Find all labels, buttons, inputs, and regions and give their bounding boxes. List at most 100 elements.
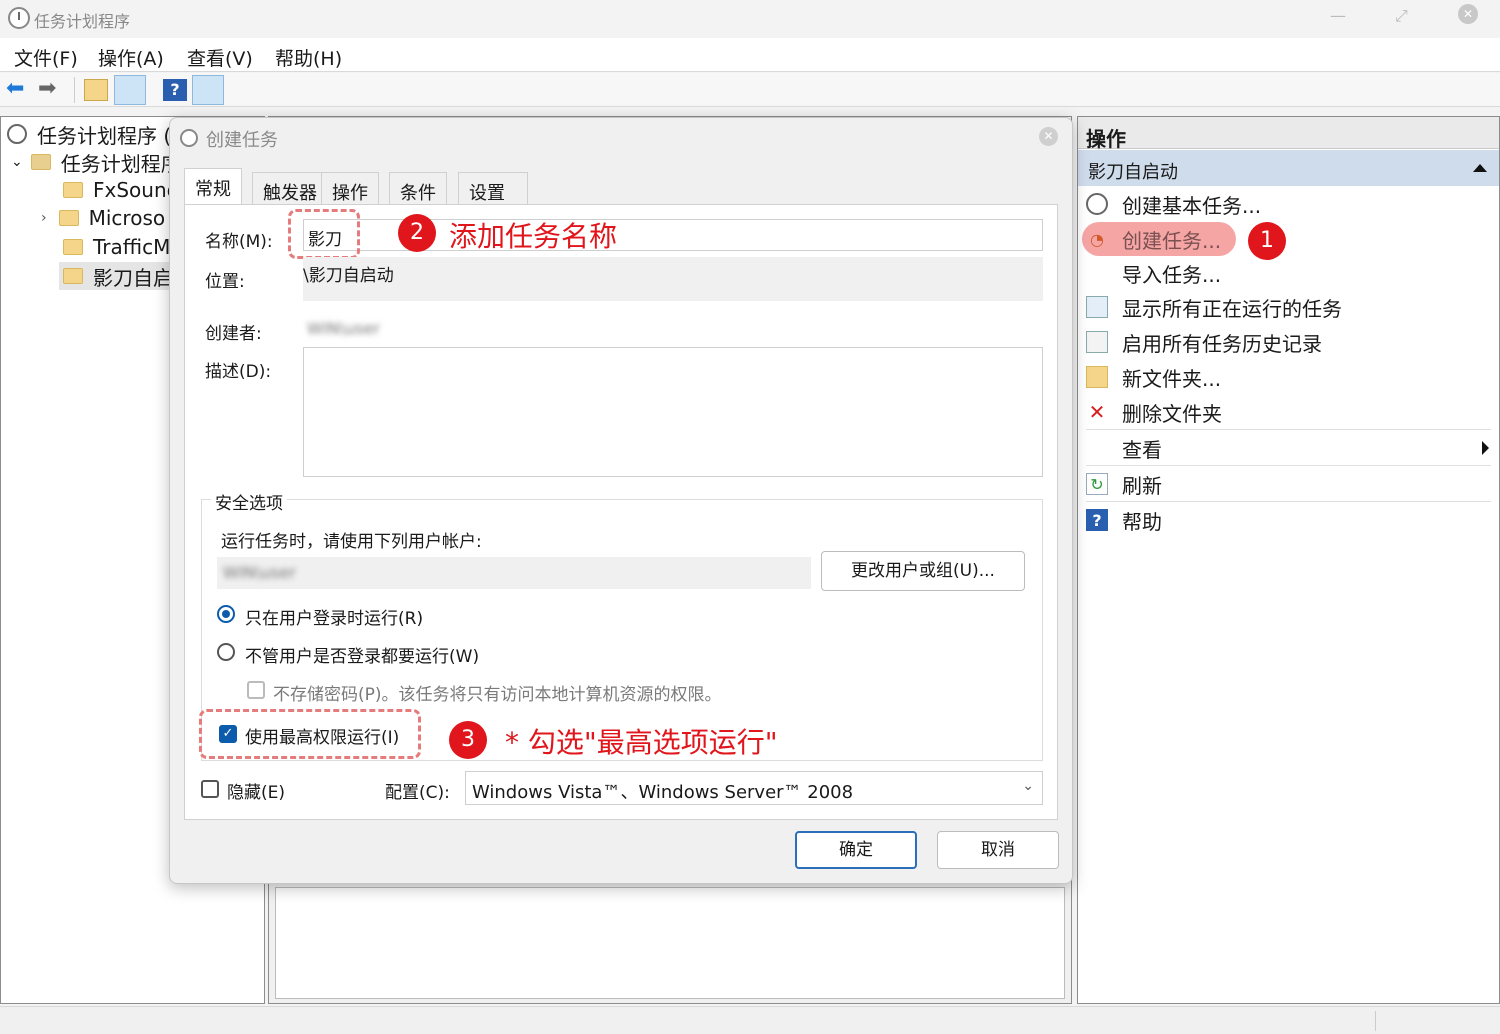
account-field: WIN\user — [217, 557, 811, 589]
task-scheduler-clock-icon — [8, 7, 30, 29]
action-new-folder[interactable]: 新文件夹... — [1086, 360, 1491, 394]
show-hide-tree-icon[interactable] — [114, 75, 146, 105]
action-create-basic-task[interactable]: 创建基本任务... — [1086, 187, 1491, 221]
actions-section[interactable]: 影刀自启动 — [1078, 150, 1499, 186]
annotation-name-highlight — [288, 209, 360, 259]
annotation-badge-3: 3 — [449, 721, 487, 759]
name-label: 名称(M): — [205, 232, 273, 252]
tab-settings[interactable]: 设置 — [458, 172, 528, 206]
tree-item-microsoft[interactable]: › Microso — [41, 204, 165, 232]
tree-item-fxsound[interactable]: FxSound — [63, 176, 179, 204]
action-help[interactable]: ? 帮助 — [1086, 503, 1491, 537]
action-label: 查看 — [1122, 437, 1162, 462]
window-title: 任务计划程序 — [34, 12, 131, 31]
no-store-password-checkbox[interactable] — [247, 681, 265, 699]
dialog-close-icon[interactable]: ✕ — [1039, 127, 1058, 146]
annotation-badge-2: 2 — [398, 214, 436, 252]
forward-arrow-icon[interactable]: ➡ — [38, 78, 62, 101]
action-label: 新文件夹... — [1122, 366, 1222, 391]
status-bar — [0, 1006, 1500, 1034]
tree-root-label: 任务计划程序 ( — [37, 123, 172, 148]
tab-conditions[interactable]: 条件 — [389, 172, 447, 206]
menu-file[interactable]: 文件(F) — [14, 44, 78, 71]
tab-triggers[interactable]: 触发器 — [252, 172, 328, 206]
tab-general[interactable]: 常规 — [184, 168, 242, 206]
actions-header: 操作 — [1078, 117, 1499, 151]
minimize-icon[interactable]: — — [1330, 6, 1346, 25]
center-detail-area — [275, 887, 1065, 999]
security-group-label: 安全选项 — [211, 489, 287, 514]
blank-icon — [1086, 437, 1108, 459]
action-show-running[interactable]: 显示所有正在运行的任务 — [1086, 290, 1491, 324]
actions-section-label: 影刀自启动 — [1088, 162, 1178, 183]
location-value: \影刀自启动 — [303, 266, 394, 286]
tree-item-label: 影刀自启 — [93, 265, 173, 290]
help-icon: ? — [1086, 509, 1108, 531]
action-enable-history[interactable]: 启用所有任务历史记录 — [1086, 325, 1491, 359]
action-label: 创建任务... — [1122, 228, 1222, 253]
tree-library[interactable]: ⌄ 任务计划程序 — [11, 148, 181, 176]
location-label: 位置: — [205, 272, 245, 292]
chevron-down-icon[interactable]: ⌄ — [11, 154, 23, 170]
radio-any-user[interactable] — [217, 643, 235, 661]
chevron-right-icon[interactable]: › — [41, 210, 47, 226]
config-select[interactable]: Windows Vista™、Windows Server™ 2008 ⌄ — [465, 771, 1043, 805]
annotation-text-2: 添加任务名称 — [449, 220, 618, 253]
annotation-text-3: * 勾选"最高选项运行" — [505, 726, 778, 759]
hidden-checkbox[interactable] — [201, 780, 219, 798]
action-label: 创建基本任务... — [1122, 193, 1262, 218]
help-icon[interactable]: ? — [163, 79, 187, 101]
description-input[interactable] — [303, 347, 1043, 477]
action-label: 帮助 — [1122, 509, 1162, 534]
clock-icon — [7, 124, 27, 144]
change-user-button[interactable]: 更改用户或组(U)... — [821, 551, 1025, 591]
collapse-triangle-icon[interactable] — [1473, 164, 1487, 172]
action-label: 启用所有任务历史记录 — [1122, 331, 1322, 356]
folder-icon — [63, 182, 83, 198]
create-task-dialog: 创建任务 ✕ 常规 触发器 操作 条件 设置 名称(M): 影刀 2 添加任务名… — [169, 117, 1073, 884]
action-label: 显示所有正在运行的任务 — [1122, 296, 1342, 321]
menu-action[interactable]: 操作(A) — [98, 44, 164, 71]
refresh-icon: ↻ — [1086, 473, 1108, 495]
action-import-task[interactable]: 导入任务... — [1086, 256, 1491, 290]
up-folder-icon[interactable] — [84, 79, 108, 101]
create-task-icon: ◔ — [1090, 229, 1104, 249]
dialog-title: 创建任务 — [206, 130, 278, 151]
cancel-button[interactable]: 取消 — [937, 831, 1059, 869]
create-basic-task-icon — [1086, 193, 1108, 215]
folder-icon — [63, 268, 83, 284]
action-view[interactable]: 查看 — [1086, 431, 1491, 465]
action-delete-folder[interactable]: ✕ 删除文件夹 — [1086, 395, 1491, 429]
running-tasks-icon — [1086, 296, 1108, 318]
action-label: 导入任务... — [1122, 262, 1222, 287]
clock-icon — [180, 129, 198, 147]
author-value: WIN\user — [307, 319, 380, 338]
tab-actions[interactable]: 操作 — [321, 172, 379, 206]
action-create-task[interactable]: ◔ 创建任务... — [1086, 222, 1491, 256]
annotation-privilege-highlight — [199, 709, 421, 759]
title-bar: 任务计划程序 — ⤢ ✕ — [0, 0, 1500, 38]
hidden-label: 隐藏(E) — [227, 783, 286, 803]
tree-root[interactable]: 任务计划程序 ( — [7, 120, 171, 148]
config-select-value: Windows Vista™、Windows Server™ 2008 — [472, 782, 854, 803]
show-hide-action-pane-icon[interactable] — [192, 75, 224, 105]
ok-button[interactable]: 确定 — [795, 831, 917, 869]
maximize-icon[interactable]: ⤢ — [1395, 6, 1408, 26]
menu-bar: 文件(F) 操作(A) 查看(V) 帮助(H) — [0, 38, 1500, 72]
action-refresh[interactable]: ↻ 刷新 — [1086, 467, 1491, 501]
menu-help[interactable]: 帮助(H) — [275, 44, 342, 71]
delete-icon: ✕ — [1088, 400, 1106, 424]
blank-icon — [1086, 262, 1108, 284]
back-arrow-icon[interactable]: ⬅ — [6, 78, 30, 101]
general-tab-panel: 名称(M): 影刀 2 添加任务名称 位置: \影刀自启动 创建者: WIN\u… — [184, 204, 1058, 820]
close-icon[interactable]: ✕ — [1458, 4, 1478, 24]
chevron-down-icon: ⌄ — [1022, 778, 1034, 794]
menu-view[interactable]: 查看(V) — [187, 44, 253, 71]
tree-item-trafficm[interactable]: TrafficM — [63, 233, 170, 261]
config-label: 配置(C): — [385, 783, 450, 803]
radio-logged-on[interactable] — [217, 605, 235, 623]
toolbar: ⬅ ➡ ? — [0, 73, 1500, 107]
folder-icon — [58, 210, 79, 226]
description-label: 描述(D): — [205, 362, 272, 382]
submenu-arrow-icon — [1482, 441, 1489, 455]
